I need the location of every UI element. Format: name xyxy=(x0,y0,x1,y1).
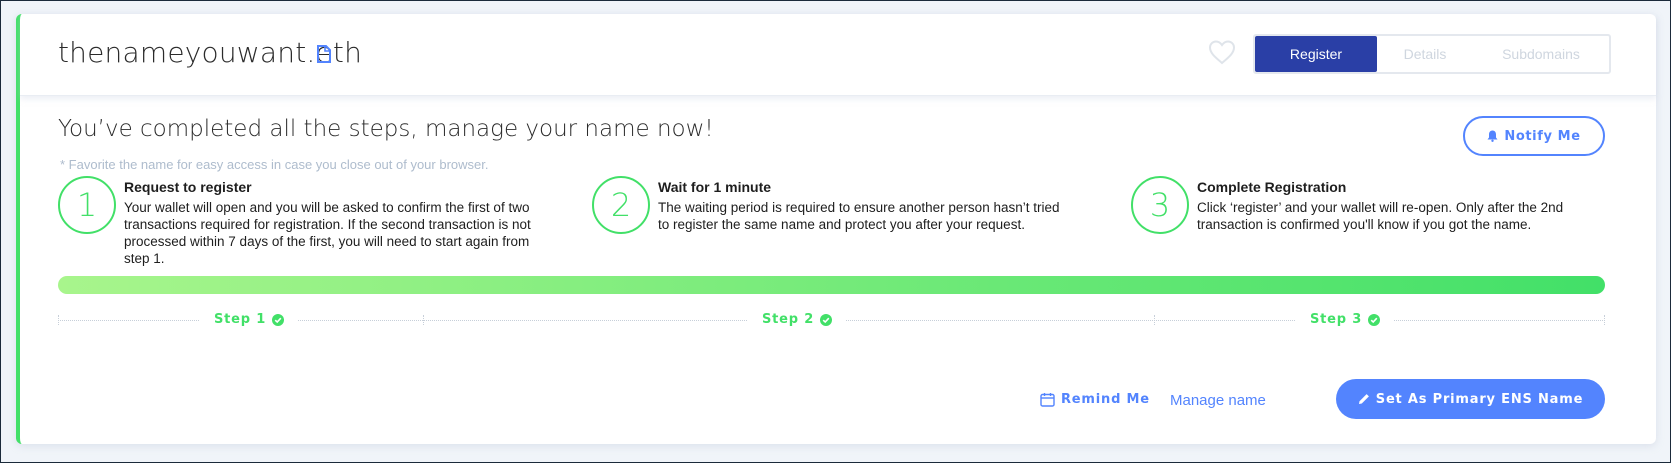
step-title: Request to register xyxy=(124,179,252,195)
copy-icon[interactable] xyxy=(316,44,332,64)
step-label-text: Step 2 xyxy=(762,312,815,327)
step-title: Wait for 1 minute xyxy=(658,179,772,195)
set-primary-label: Set As Primary ENS Name xyxy=(1375,391,1584,407)
pencil-icon xyxy=(1358,393,1370,405)
step-3-label: Step 3 xyxy=(1296,312,1395,327)
step-label-text: Step 1 xyxy=(214,312,267,327)
step-wait: 2 Wait for 1 minute The waiting period i… xyxy=(592,176,1072,286)
timeline-tick xyxy=(423,315,424,325)
completion-headline: You’ve completed all the steps, manage y… xyxy=(58,116,714,142)
manage-name-link[interactable]: Manage name xyxy=(1170,392,1266,409)
step-title: Complete Registration xyxy=(1197,179,1347,195)
timeline-tick xyxy=(1154,315,1155,325)
step-complete: 3 Complete Registration Click ‘register’… xyxy=(1131,176,1611,286)
set-primary-ens-button[interactable]: Set As Primary ENS Name xyxy=(1336,379,1605,419)
check-circle-icon xyxy=(272,313,285,326)
step-1-label: Step 1 xyxy=(200,312,299,327)
heart-icon[interactable] xyxy=(1207,38,1237,66)
step-request: 1 Request to register Your wallet will o… xyxy=(58,176,538,286)
step-label-text: Step 3 xyxy=(1310,312,1363,327)
step-description: The waiting period is required to ensure… xyxy=(658,200,1060,232)
notify-me-button[interactable]: Notify Me xyxy=(1463,116,1605,156)
calendar-icon xyxy=(1040,392,1055,407)
step-description: Your wallet will open and you will be as… xyxy=(124,200,531,266)
registration-progress-bar xyxy=(58,276,1605,294)
remind-me-button[interactable]: Remind Me xyxy=(1040,392,1150,407)
notify-me-label: Notify Me xyxy=(1504,128,1581,144)
step-2-label: Step 2 xyxy=(748,312,847,327)
timeline-tick xyxy=(1604,315,1605,325)
tab-details[interactable]: Details xyxy=(1377,36,1473,72)
check-circle-icon xyxy=(820,313,833,326)
step-timeline: Step 1 Step 2 Step 3 xyxy=(58,312,1605,342)
step-number: 3 xyxy=(1131,176,1189,234)
check-circle-icon xyxy=(1368,313,1381,326)
step-number: 2 xyxy=(592,176,650,234)
tab-subdomains[interactable]: Subdomains xyxy=(1473,36,1609,72)
bell-icon xyxy=(1487,130,1498,142)
name-tabs: Register Details Subdomains xyxy=(1253,34,1611,74)
favorite-note: * Favorite the name for easy access in c… xyxy=(60,157,489,172)
step-number: 1 xyxy=(58,176,116,234)
remind-me-label: Remind Me xyxy=(1061,392,1150,407)
name-registration-card: thenameyouwant.eth Register Details Subd… xyxy=(16,14,1656,444)
step-description: Click ‘register’ and your wallet will re… xyxy=(1197,200,1564,232)
tab-register[interactable]: Register xyxy=(1255,36,1377,72)
timeline-tick xyxy=(58,315,59,325)
card-header: thenameyouwant.eth Register Details Subd… xyxy=(20,14,1656,96)
